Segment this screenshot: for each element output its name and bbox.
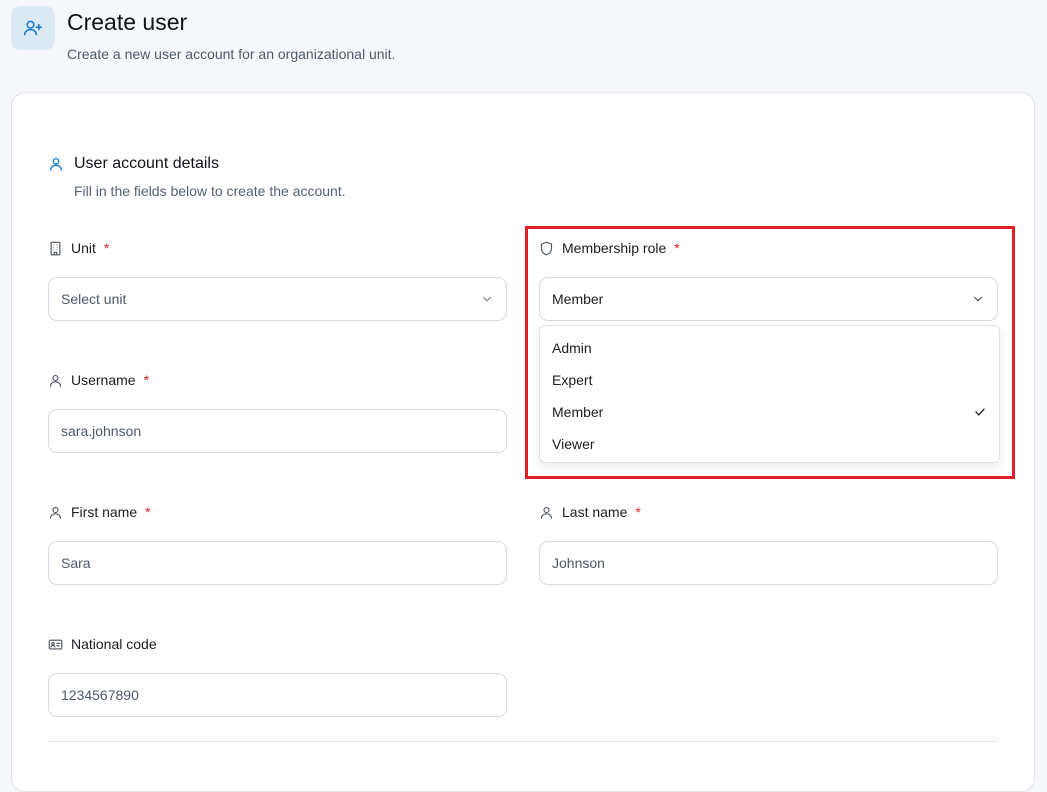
- role-option-viewer[interactable]: Viewer: [540, 428, 999, 460]
- id-card-icon: [48, 639, 63, 649]
- unit-select[interactable]: Select unit: [48, 277, 507, 321]
- section-subtitle: Fill in the fields below to create the a…: [74, 183, 346, 199]
- role-option-expert[interactable]: Expert: [540, 364, 999, 396]
- required-marker: *: [635, 504, 641, 520]
- role-label: Membership role *: [539, 239, 680, 257]
- national-code-label: National code: [48, 635, 157, 653]
- page-title: Create user: [67, 9, 188, 35]
- chevron-down-icon: [482, 296, 492, 302]
- unit-label: Unit *: [48, 239, 109, 257]
- role-select-value: Member: [552, 291, 604, 307]
- last-name-input[interactable]: Johnson: [539, 541, 998, 585]
- user-icon: [540, 506, 553, 519]
- user-icon: [49, 506, 62, 519]
- role-option-member[interactable]: Member: [540, 396, 999, 428]
- role-dropdown-menu: Admin Expert Member Viewer: [539, 325, 1000, 463]
- unit-label-text: Unit: [71, 240, 96, 256]
- username-label: Username *: [48, 371, 149, 389]
- page-subtitle: Create a new user account for an organiz…: [67, 46, 396, 62]
- option-label: Expert: [552, 372, 593, 388]
- national-code-label-text: National code: [71, 636, 157, 652]
- chevron-down-icon: [973, 296, 983, 302]
- divider: [48, 741, 998, 742]
- option-label: Viewer: [552, 436, 595, 452]
- last-name-label-text: Last name: [562, 504, 628, 520]
- shield-icon: [540, 241, 553, 255]
- unit-select-placeholder: Select unit: [61, 291, 127, 307]
- first-name-value: Sara: [61, 555, 91, 571]
- section-title: User account details: [74, 155, 219, 172]
- role-select[interactable]: Member: [539, 277, 998, 321]
- check-icon: [975, 408, 985, 416]
- user-icon: [49, 374, 62, 387]
- username-input[interactable]: sara.johnson: [48, 409, 507, 453]
- national-code-input[interactable]: 1234567890: [48, 673, 507, 717]
- required-marker: *: [143, 372, 150, 388]
- last-name-value: Johnson: [552, 555, 605, 571]
- first-name-input[interactable]: Sara: [48, 541, 507, 585]
- option-label: Member: [552, 404, 604, 420]
- required-marker: *: [674, 240, 680, 256]
- username-label-text: Username: [71, 372, 136, 388]
- user-icon: [48, 156, 64, 177]
- required-marker: *: [145, 504, 151, 520]
- building-icon: [50, 241, 61, 255]
- username-value: sara.johnson: [61, 423, 142, 439]
- last-name-label: Last name *: [539, 503, 641, 521]
- role-label-text: Membership role: [562, 240, 667, 256]
- option-label: Admin: [552, 340, 592, 356]
- required-marker: *: [103, 240, 110, 256]
- add-user-icon: [11, 6, 55, 50]
- role-option-admin[interactable]: Admin: [540, 332, 999, 364]
- national-code-value: 1234567890: [61, 687, 139, 703]
- first-name-label: First name *: [48, 503, 151, 521]
- first-name-label-text: First name: [71, 504, 138, 520]
